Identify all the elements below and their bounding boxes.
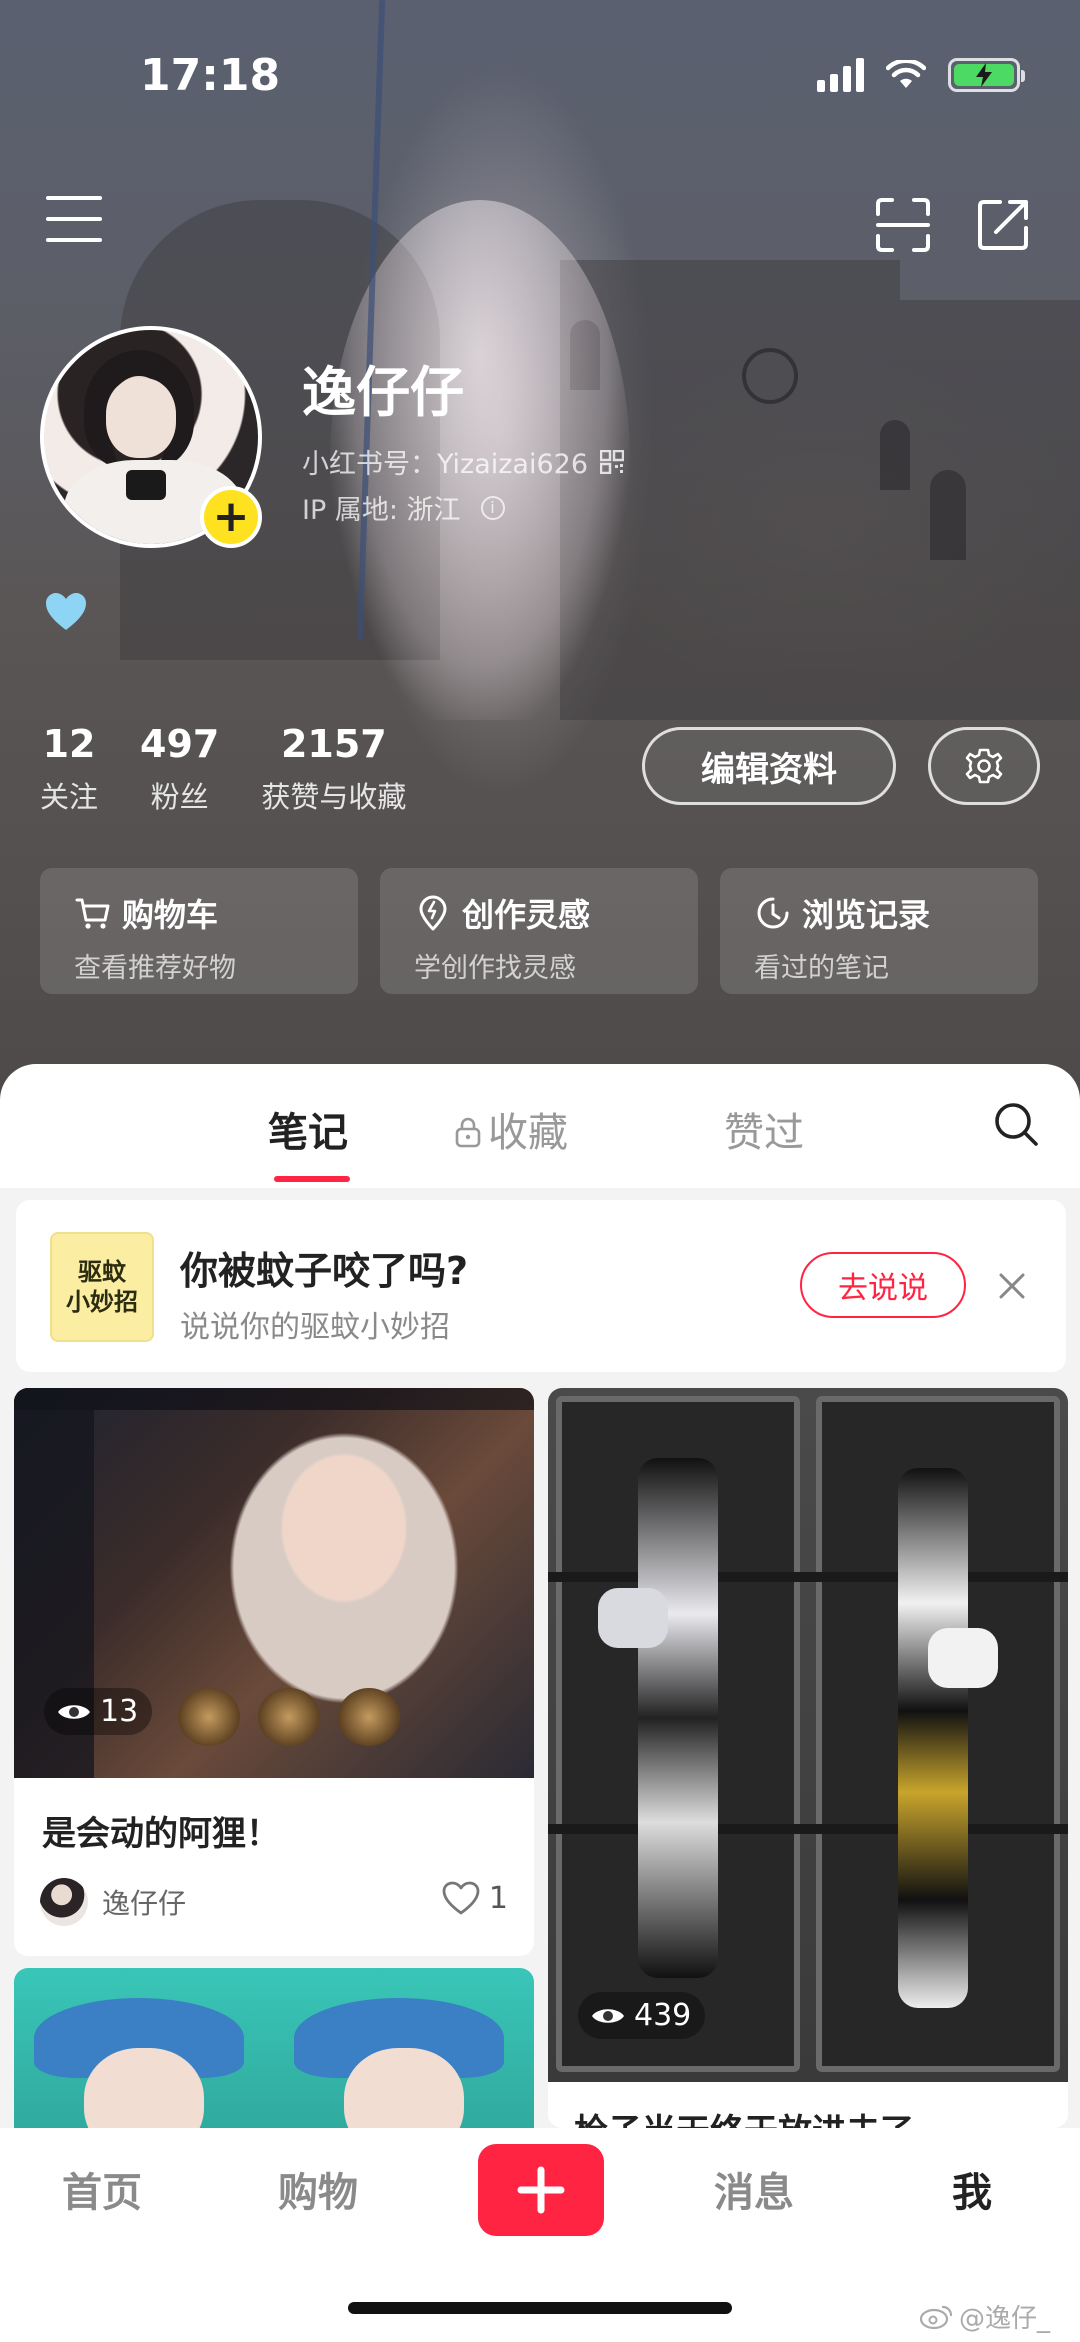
rank-emblem xyxy=(178,1688,240,1746)
note-title: 是会动的阿狸！ xyxy=(42,1814,280,1854)
ip-location-row: IP 属地: 浙江 i xyxy=(302,488,505,527)
view-count: 439 xyxy=(578,1992,706,2039)
prop-gun-left xyxy=(638,1458,718,1978)
window-arch xyxy=(930,470,966,560)
ip-label: IP 属地: xyxy=(302,495,407,526)
lock-icon xyxy=(455,1117,481,1148)
light-blue-heart-icon xyxy=(46,593,86,630)
rank-emblem xyxy=(338,1688,400,1746)
eye-icon xyxy=(58,1704,90,1719)
tab-label: 收藏 xyxy=(488,1110,568,1156)
menu-icon[interactable] xyxy=(46,196,102,242)
shortcut-subtitle: 看过的笔记 xyxy=(754,953,889,984)
view-count: 13 xyxy=(44,1688,153,1735)
close-icon[interactable] xyxy=(996,1270,1028,1302)
promo-action-button[interactable]: 去说说 xyxy=(800,1252,966,1318)
shortcut-subtitle: 学创作找灵感 xyxy=(414,953,576,984)
search-icon[interactable] xyxy=(992,1100,1040,1148)
gear-icon xyxy=(965,748,1003,784)
tab-collections[interactable]: 收藏 xyxy=(454,1100,568,1158)
tab-notes[interactable]: 笔记 xyxy=(268,1100,348,1158)
stat-value: 2157 xyxy=(280,722,387,766)
stat-label: 关注 xyxy=(40,780,99,814)
promo-title: 你被蚊子咬了吗? xyxy=(180,1249,469,1293)
nav-home[interactable]: 首页 xyxy=(62,2160,142,2218)
qr-code-icon[interactable] xyxy=(600,449,625,474)
stat-label: 粉丝 xyxy=(150,780,209,814)
shortcut-history[interactable]: 浏览记录 看过的笔记 xyxy=(720,868,1038,994)
scan-icon[interactable] xyxy=(874,196,932,254)
info-icon[interactable]: i xyxy=(480,495,505,520)
username: 逸仔仔 xyxy=(302,361,464,424)
author-avatar xyxy=(40,1878,88,1926)
rank-emblem xyxy=(258,1688,320,1746)
window-arch xyxy=(880,420,910,490)
content-tabs: 笔记 收藏 赞过 xyxy=(0,1064,1080,1188)
note-cover-image xyxy=(14,1968,534,2148)
like-button[interactable]: 1 xyxy=(441,1880,508,1916)
watermark: @逸仔_ xyxy=(919,2298,1050,2335)
background-tower xyxy=(900,300,1080,720)
author-name: 逸仔仔 xyxy=(102,1887,187,1920)
stat-likes-collects[interactable]: 2157 获赞与收藏 xyxy=(261,722,406,816)
stat-value: 497 xyxy=(140,722,220,766)
nav-shop[interactable]: 购物 xyxy=(278,2160,358,2218)
shortcut-title: 浏览记录 xyxy=(802,896,931,934)
shortcut-inspiration[interactable]: 创作灵感 学创作找灵感 xyxy=(380,868,698,994)
note-author[interactable]: 逸仔仔 xyxy=(40,1878,186,1926)
plus-icon xyxy=(517,2166,565,2214)
promo-thumb-line: 驱蚊 xyxy=(78,1258,126,1286)
note-card[interactable] xyxy=(14,1968,534,2148)
cart-icon xyxy=(75,898,110,929)
red-id-row[interactable]: 小红书号：Yizaizai626 xyxy=(302,442,625,481)
stat-label: 获赞与收藏 xyxy=(261,780,407,814)
stat-followers[interactable]: 497 粉丝 xyxy=(140,722,219,816)
wifi-icon xyxy=(886,60,926,88)
church-clock xyxy=(742,348,798,404)
active-tab-indicator xyxy=(274,1176,350,1182)
shortcut-title: 购物车 xyxy=(122,896,219,934)
note-card[interactable]: 439 枪子当天终于放进去了 xyxy=(548,1388,1068,2128)
like-count: 1 xyxy=(488,1880,508,1916)
heart-icon xyxy=(442,1881,480,1915)
bulb-pin-icon xyxy=(419,895,447,931)
prop-gun-right xyxy=(898,1468,968,2008)
note-card[interactable]: 13 是会动的阿狸！ 逸仔仔 1 xyxy=(14,1388,534,1956)
promo-thumb-line: 小妙招 xyxy=(66,1288,138,1316)
stat-value: 12 xyxy=(42,722,96,766)
weibo-icon xyxy=(919,2305,953,2329)
battery-icon xyxy=(948,58,1025,92)
promo-thumbnail: 驱蚊 小妙招 xyxy=(50,1232,154,1342)
note-title: 枪子当天终于放进去了 xyxy=(574,2104,914,2128)
watermark-text: @逸仔_ xyxy=(958,2304,1050,2334)
clock-icon xyxy=(757,897,789,929)
post-button[interactable] xyxy=(478,2144,604,2236)
status-icons xyxy=(817,58,1025,92)
status-time: 17:18 xyxy=(140,50,281,101)
signal-icon xyxy=(817,58,864,92)
edit-profile-button[interactable]: 编辑资料 xyxy=(642,727,896,805)
shortcut-row: 购物车 查看推荐好物 创作灵感 学创作找灵感 浏览记录 看过的笔记 xyxy=(40,868,1038,994)
note-cover-image xyxy=(548,1388,1068,2082)
shortcut-title: 创作灵感 xyxy=(462,896,591,934)
view-count-value: 439 xyxy=(634,1998,692,2033)
eye-icon xyxy=(592,2008,624,2023)
shortcut-subtitle: 查看推荐好物 xyxy=(74,953,236,984)
ip-location: 浙江 xyxy=(406,495,461,526)
home-indicator[interactable] xyxy=(348,2302,732,2314)
nav-messages[interactable]: 消息 xyxy=(714,2160,794,2218)
red-id-value: Yizaizai626 xyxy=(437,449,589,480)
share-icon[interactable] xyxy=(974,196,1032,254)
nav-me[interactable]: 我 xyxy=(952,2160,992,2218)
promo-subtitle: 说说你的驱蚊小妙招 xyxy=(180,1310,450,1345)
stat-following[interactable]: 12 关注 xyxy=(40,722,98,816)
profile-stats: 12 关注 497 粉丝 2157 获赞与收藏 xyxy=(40,722,448,816)
settings-button[interactable] xyxy=(928,727,1040,805)
add-avatar-badge[interactable]: + xyxy=(200,486,262,548)
shortcut-cart[interactable]: 购物车 查看推荐好物 xyxy=(40,868,358,994)
topic-promo-card[interactable]: 驱蚊 小妙招 你被蚊子咬了吗? 说说你的驱蚊小妙招 去说说 xyxy=(16,1200,1066,1372)
red-id-label: 小红书号： xyxy=(302,449,437,480)
view-count-value: 13 xyxy=(100,1694,139,1729)
tab-liked[interactable]: 赞过 xyxy=(724,1100,804,1158)
